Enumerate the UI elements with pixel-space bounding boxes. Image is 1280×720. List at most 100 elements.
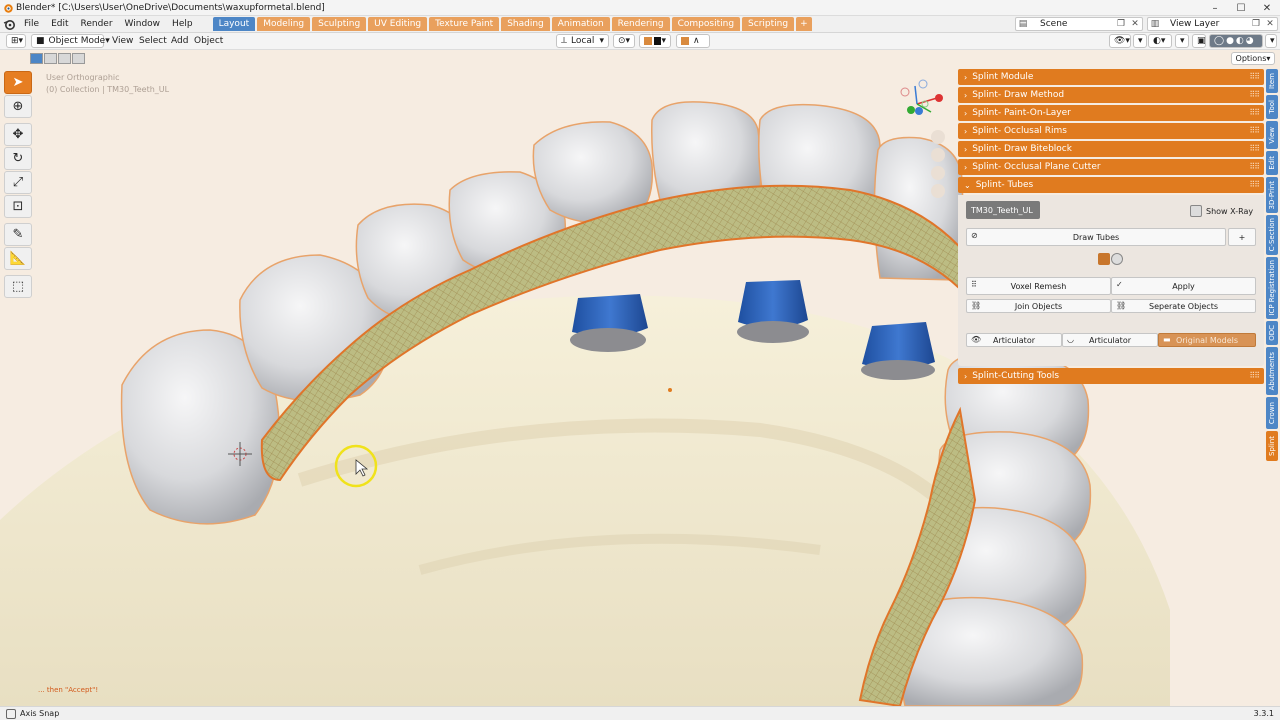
blender-menu-icon[interactable] xyxy=(0,16,18,33)
proportional-edit-button[interactable]: ∧ xyxy=(676,34,710,48)
pivot-button[interactable]: ⊙▾ xyxy=(613,34,635,48)
show-xray-toggle[interactable]: Show X-Ray xyxy=(1190,205,1253,217)
select-extend-icon[interactable] xyxy=(44,53,57,64)
articulator-toggle-1[interactable]: 👁 Articulator xyxy=(966,333,1062,347)
editor-type-button[interactable]: ⊞▾ xyxy=(6,34,26,48)
menu-file[interactable]: File xyxy=(18,19,45,29)
tab-item[interactable]: Item xyxy=(1266,69,1278,93)
select-subtract-icon[interactable] xyxy=(58,53,71,64)
overlay-dropdown[interactable]: ▾ xyxy=(1175,34,1189,48)
tab-view[interactable]: View xyxy=(1266,121,1278,149)
scene-selector[interactable]: ▤ Scene ❐ ✕ xyxy=(1015,17,1143,31)
menu-edit[interactable]: Edit xyxy=(45,19,74,29)
drag-handle-icon[interactable]: ⠿⠿ xyxy=(1249,90,1260,99)
tab-texture-paint[interactable]: Texture Paint xyxy=(429,17,500,31)
target-object-field[interactable]: TM30_Teeth_UL xyxy=(966,201,1040,219)
tab-3d-print[interactable]: 3D-Print xyxy=(1266,177,1278,213)
navigation-gizmo[interactable] xyxy=(895,78,945,128)
menu-window[interactable]: Window xyxy=(119,19,167,29)
tab-odc[interactable]: ODC xyxy=(1266,321,1278,345)
cursor-tool-icon[interactable]: ⊕ xyxy=(4,95,32,118)
pan-icon[interactable] xyxy=(931,148,945,162)
menu-render[interactable]: Render xyxy=(75,19,119,29)
shading-dropdown[interactable]: ▾ xyxy=(1265,34,1277,48)
move-tool-icon[interactable]: ✥ xyxy=(4,123,32,146)
menu-view[interactable]: View xyxy=(112,36,133,46)
tab-rendering[interactable]: Rendering xyxy=(611,17,670,31)
minimize-icon[interactable]: – xyxy=(1202,0,1228,16)
panel-tubes[interactable]: ⌄ Splint- Tubes ⠿⠿ xyxy=(958,177,1264,193)
zoom-icon[interactable] xyxy=(931,130,945,144)
tab-icp-registration[interactable]: ICP Registration xyxy=(1266,257,1278,319)
panel-occlusal-plane-cutter[interactable]: › Splint- Occlusal Plane Cutter ⠿⠿ xyxy=(958,159,1264,175)
maximize-icon[interactable]: ☐ xyxy=(1228,0,1254,16)
visibility-button[interactable]: 👁▾ xyxy=(1109,34,1131,48)
tab-shading[interactable]: Shading xyxy=(501,17,550,31)
select-tool-icon[interactable]: ➤ xyxy=(4,71,32,94)
material-icon[interactable] xyxy=(1111,253,1123,265)
transform-tool-icon[interactable]: ⊡ xyxy=(4,195,32,218)
menu-select[interactable]: Select xyxy=(139,36,167,46)
annotate-tool-icon[interactable]: ✎ xyxy=(4,223,32,246)
mode-selector[interactable]: ■ Object Mode ▾ xyxy=(31,34,110,48)
drag-handle-icon[interactable]: ⠿⠿ xyxy=(1249,180,1260,189)
apply-button[interactable]: ✓ Apply xyxy=(1111,277,1256,295)
tab-uv-editing[interactable]: UV Editing xyxy=(368,17,428,31)
measure-tool-icon[interactable]: 📐 xyxy=(4,247,32,270)
checkbox[interactable] xyxy=(1190,205,1202,217)
tube-color-swatch[interactable] xyxy=(1098,253,1110,265)
drag-handle-icon[interactable]: ⠿⠿ xyxy=(1249,162,1260,171)
drag-handle-icon[interactable]: ⠿⠿ xyxy=(1249,126,1260,135)
join-objects-button[interactable]: ⛓ Join Objects xyxy=(966,299,1111,313)
camera-icon[interactable] xyxy=(931,166,945,180)
panel-occlusal-rims[interactable]: › Splint- Occlusal Rims ⠿⠿ xyxy=(958,123,1264,139)
overlays-button[interactable]: ◐▾ xyxy=(1148,34,1172,48)
add-cube-tool-icon[interactable]: ⬚ xyxy=(4,275,32,298)
copy-icon[interactable]: ❐ xyxy=(1249,18,1263,30)
copy-icon[interactable]: ❐ xyxy=(1114,18,1128,30)
drag-handle-icon[interactable]: ⠿⠿ xyxy=(1249,108,1260,117)
shading-modes[interactable]: ◯●◐◕ xyxy=(1209,34,1263,48)
options-dropdown[interactable]: Options ▾ xyxy=(1231,52,1275,65)
tab-compositing[interactable]: Compositing xyxy=(671,17,741,31)
add-tube-button[interactable]: + xyxy=(1228,228,1256,246)
perspective-icon[interactable] xyxy=(931,184,945,198)
snap-button[interactable]: ▾ xyxy=(639,34,671,48)
drag-handle-icon[interactable]: ⠿⠿ xyxy=(1249,72,1260,81)
tab-modeling[interactable]: Modeling xyxy=(257,17,311,31)
close-icon[interactable]: ✕ xyxy=(1263,18,1277,30)
drag-handle-icon[interactable]: ⠿⠿ xyxy=(1249,144,1260,153)
orientation-selector[interactable]: ⟂ Local ▾ xyxy=(556,34,609,48)
panel-cutting-tools[interactable]: › Splint-Cutting Tools ⠿⠿ xyxy=(958,368,1264,384)
tab-scripting[interactable]: Scripting xyxy=(742,17,795,31)
original-models-toggle[interactable]: ▬ Original Models xyxy=(1158,333,1256,347)
xray-toggle[interactable]: ▣ xyxy=(1192,34,1206,48)
panel-splint-module[interactable]: › Splint Module ⠿⠿ xyxy=(958,69,1264,85)
menu-add[interactable]: Add xyxy=(171,36,188,46)
tab-sculpting[interactable]: Sculpting xyxy=(312,17,367,31)
tab-splint[interactable]: Splint xyxy=(1266,431,1278,461)
menu-help[interactable]: Help xyxy=(166,19,199,29)
viewport-gizmo-button[interactable]: ▾ xyxy=(1133,34,1147,48)
scale-tool-icon[interactable]: ⤢ xyxy=(4,171,32,194)
voxel-remesh-button[interactable]: ⠿ Voxel Remesh xyxy=(966,277,1111,295)
panel-draw-biteblock[interactable]: › Splint- Draw Biteblock ⠿⠿ xyxy=(958,141,1264,157)
close-icon[interactable]: ✕ xyxy=(1254,0,1280,16)
tab-layout[interactable]: Layout xyxy=(212,17,256,31)
draw-tubes-button[interactable]: ⊘ Draw Tubes xyxy=(966,228,1226,246)
tab-edit[interactable]: Edit xyxy=(1266,151,1278,175)
selection-mode-buttons[interactable] xyxy=(30,53,86,64)
view-layer-selector[interactable]: ▥ View Layer ❐ ✕ xyxy=(1147,17,1278,31)
articulator-toggle-2[interactable]: ◡ Articulator xyxy=(1062,333,1158,347)
rotate-tool-icon[interactable]: ↻ xyxy=(4,147,32,170)
menu-object[interactable]: Object xyxy=(194,36,223,46)
tab-crown[interactable]: Crown xyxy=(1266,397,1278,429)
drag-handle-icon[interactable]: ⠿⠿ xyxy=(1249,371,1260,380)
tab-animation[interactable]: Animation xyxy=(551,17,610,31)
panel-draw-method[interactable]: › Splint- Draw Method ⠿⠿ xyxy=(958,87,1264,103)
add-workspace-button[interactable]: + xyxy=(796,17,812,31)
close-icon[interactable]: ✕ xyxy=(1128,18,1142,30)
seperate-objects-button[interactable]: ⛓ Seperate Objects xyxy=(1111,299,1256,313)
select-new-icon[interactable] xyxy=(30,53,43,64)
select-invert-icon[interactable] xyxy=(72,53,85,64)
